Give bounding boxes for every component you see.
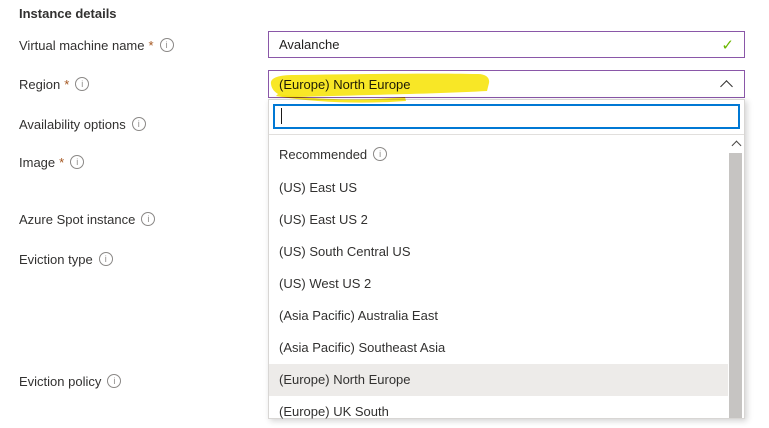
section-title: Instance details <box>19 6 117 21</box>
region-dropdown-flyout: Recommended i (US) East US (US) East US … <box>268 99 745 419</box>
region-option-australia-east[interactable]: (Asia Pacific) Australia East <box>269 300 728 332</box>
region-label: Region <box>19 77 60 92</box>
info-icon[interactable]: i <box>373 147 387 161</box>
region-selected-value: (Europe) North Europe <box>279 77 722 92</box>
dropdown-group-header: Recommended i <box>269 141 728 167</box>
availability-label-row: Availability options i <box>19 116 146 132</box>
info-icon[interactable]: i <box>99 252 113 266</box>
eviction-policy-label-row: Eviction policy i <box>19 373 121 389</box>
azure-spot-instance-label: Azure Spot instance <box>19 212 135 227</box>
info-icon[interactable]: i <box>107 374 121 388</box>
text-caret <box>281 108 282 124</box>
region-option-west-us-2[interactable]: (US) West US 2 <box>269 268 728 300</box>
region-label-row: Region * i <box>19 76 89 92</box>
eviction-type-label-row: Eviction type i <box>19 251 113 267</box>
region-option-southeast-asia[interactable]: (Asia Pacific) Southeast Asia <box>269 332 728 364</box>
image-label: Image <box>19 155 55 170</box>
info-icon[interactable]: i <box>132 117 146 131</box>
dropdown-scrollbar[interactable] <box>728 135 744 418</box>
vm-name-label-row: Virtual machine name * i <box>19 37 174 53</box>
info-icon[interactable]: i <box>70 155 84 169</box>
region-option-east-us[interactable]: (US) East US <box>269 172 728 204</box>
required-asterisk: * <box>149 38 154 53</box>
eviction-type-label: Eviction type <box>19 252 93 267</box>
availability-options-label: Availability options <box>19 117 126 132</box>
region-option-east-us-2[interactable]: (US) East US 2 <box>269 204 728 236</box>
required-asterisk: * <box>64 77 69 92</box>
info-icon[interactable]: i <box>141 212 155 226</box>
vm-name-input[interactable]: Avalanche ✓ <box>268 31 745 58</box>
scrollbar-thumb[interactable] <box>729 153 742 418</box>
region-search-input[interactable] <box>273 104 740 129</box>
vm-name-label: Virtual machine name <box>19 38 145 53</box>
group-header-label: Recommended <box>279 147 367 162</box>
region-option-south-central-us[interactable]: (US) South Central US <box>269 236 728 268</box>
chevron-up-icon <box>720 80 733 93</box>
info-icon[interactable]: i <box>160 38 174 52</box>
scroll-up-button[interactable] <box>728 135 744 152</box>
info-icon[interactable]: i <box>75 77 89 91</box>
azure-spot-label-row: Azure Spot instance i <box>19 211 155 227</box>
eviction-policy-label: Eviction policy <box>19 374 101 389</box>
region-option-north-europe[interactable]: (Europe) North Europe <box>269 364 728 396</box>
region-option-uk-south[interactable]: (Europe) UK South <box>269 396 728 428</box>
vm-name-value: Avalanche <box>279 37 721 52</box>
required-asterisk: * <box>59 155 64 170</box>
scroll-up-icon <box>731 140 741 150</box>
validation-check-icon: ✓ <box>721 36 734 54</box>
image-label-row: Image * i <box>19 154 84 170</box>
dropdown-separator <box>269 134 744 135</box>
region-combobox[interactable]: (Europe) North Europe <box>268 70 745 98</box>
